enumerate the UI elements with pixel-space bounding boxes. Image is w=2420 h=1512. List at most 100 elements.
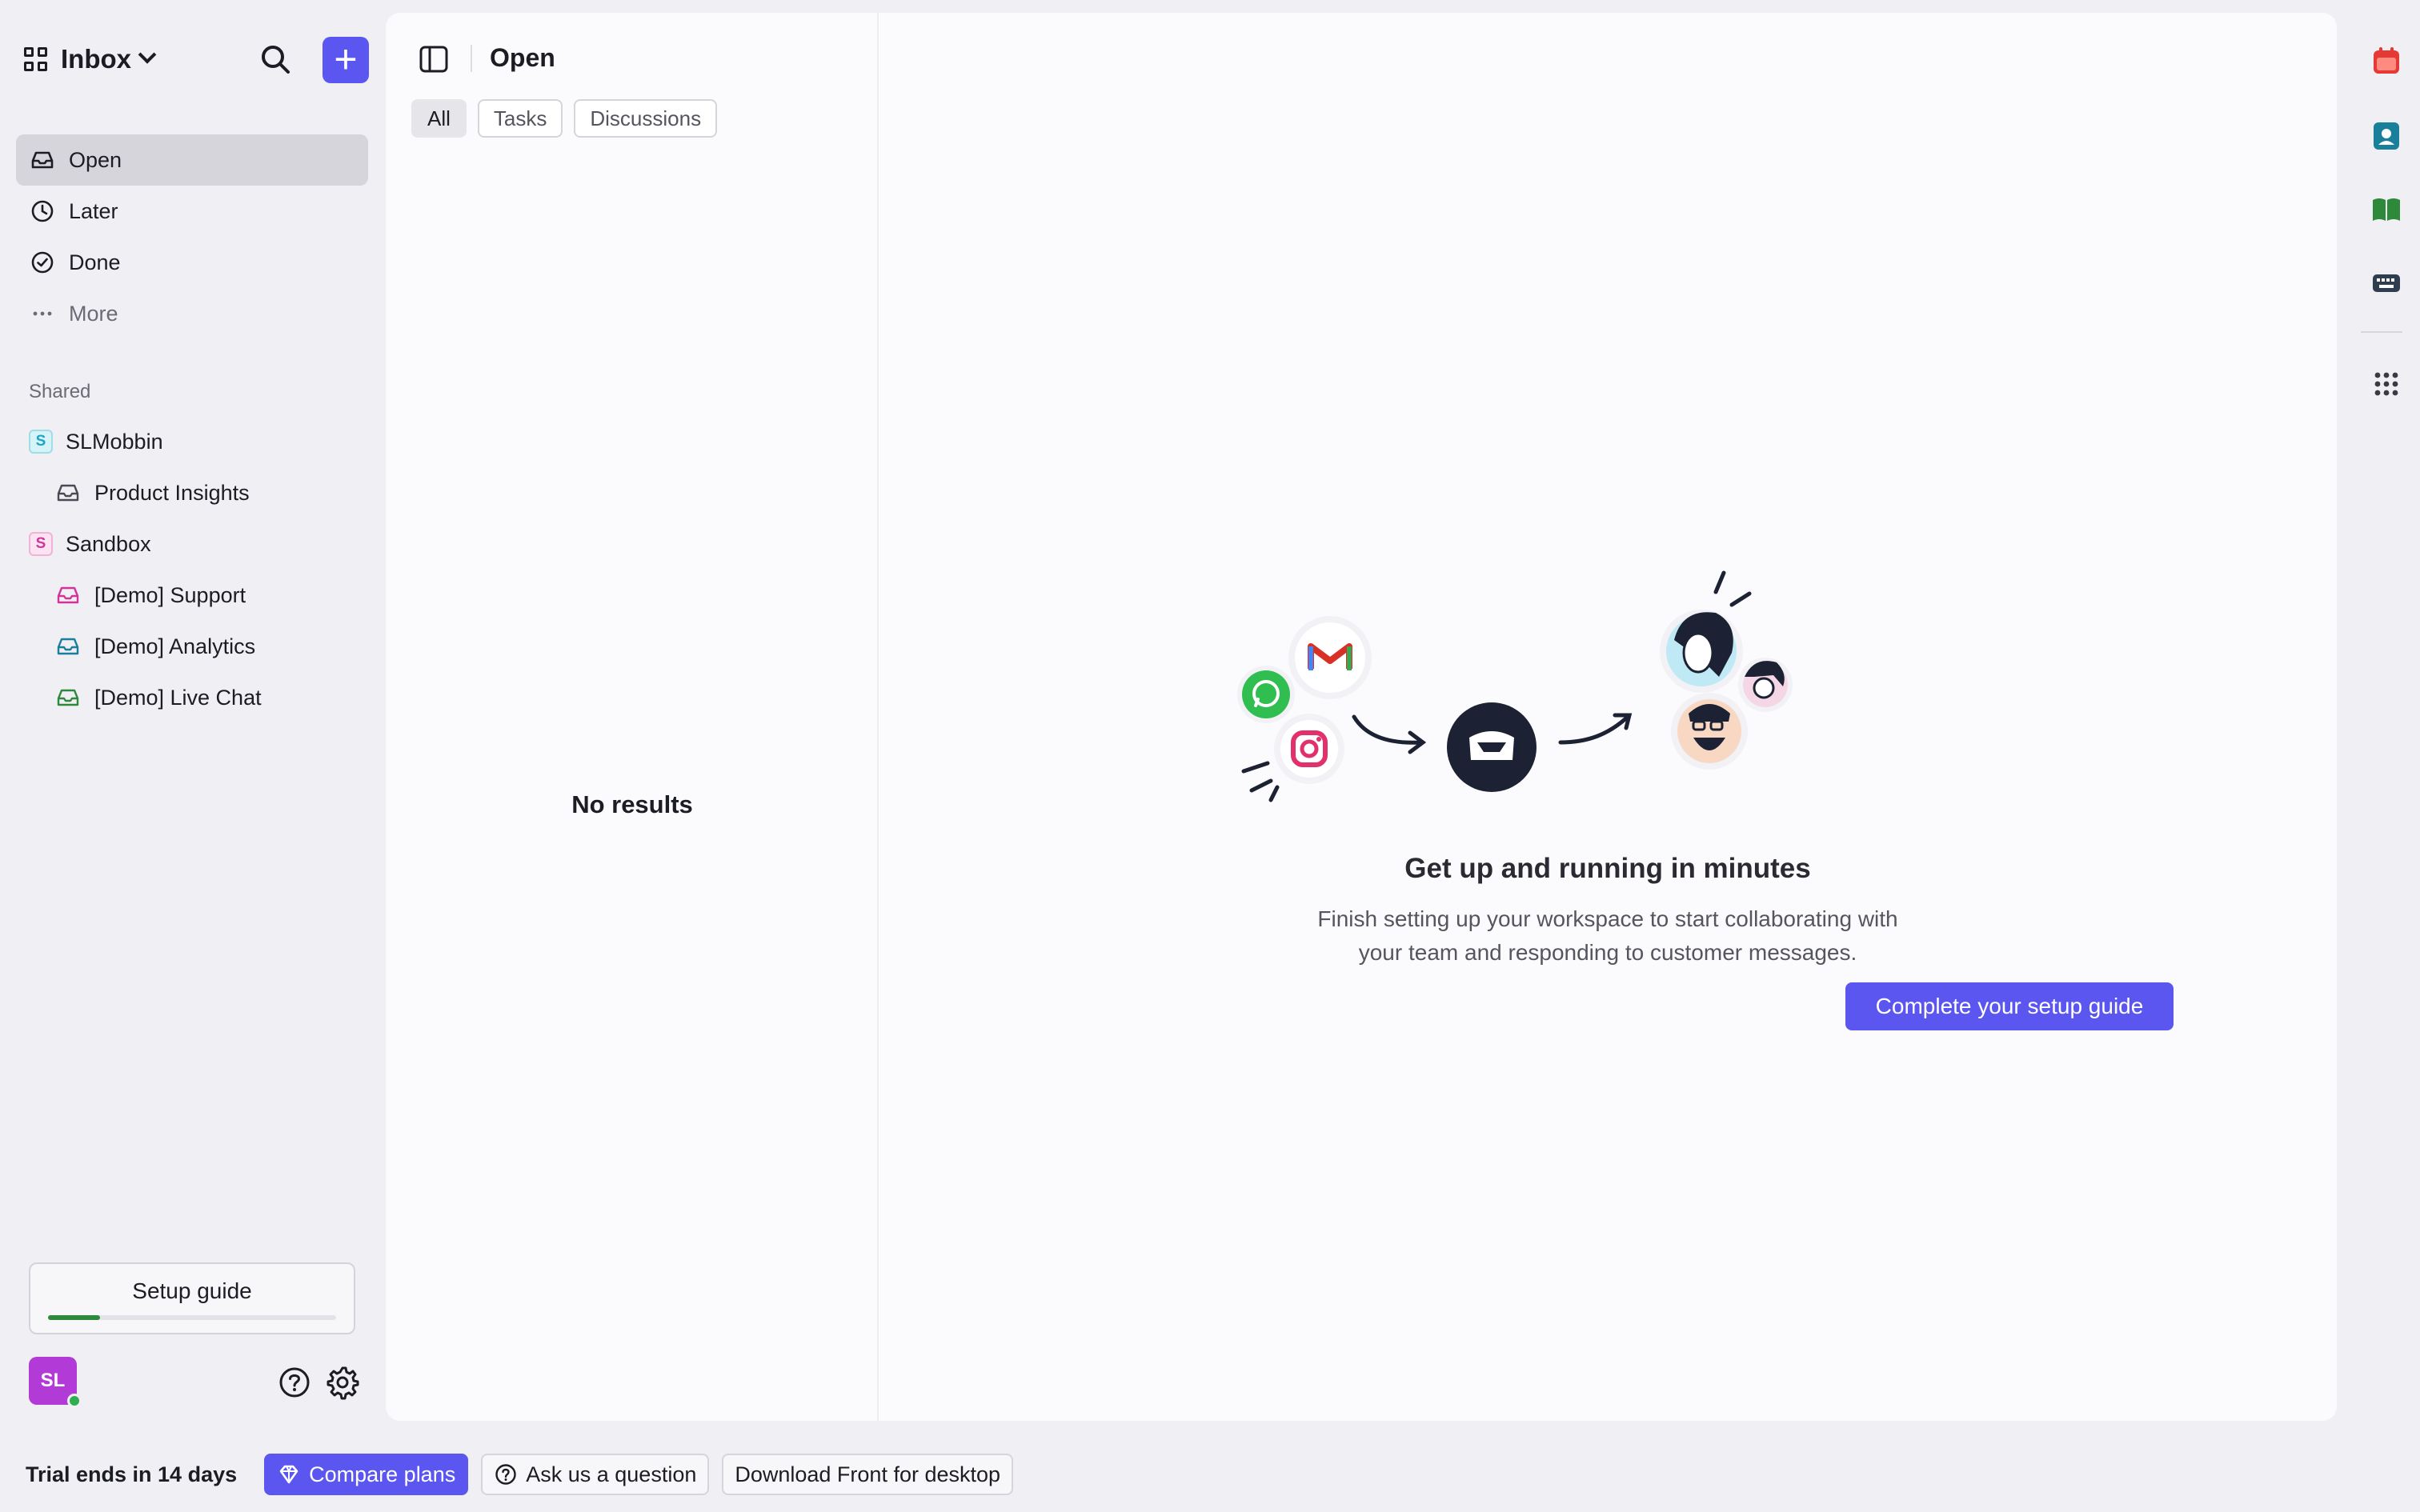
arrow-right-icon xyxy=(1558,713,1633,745)
complete-setup-guide-button[interactable]: Complete your setup guide xyxy=(1845,982,2174,1030)
tree-item-label: Sandbox xyxy=(66,531,151,556)
compare-plans-label: Compare plans xyxy=(309,1462,456,1486)
workspace-badge: S xyxy=(29,430,53,454)
sidebar-nav: Open Later Done More xyxy=(16,134,368,339)
apps-grid-icon[interactable] xyxy=(24,47,48,71)
page-title: Open xyxy=(490,43,555,72)
onboarding-subtitle-line: Finish setting up your workspace to star… xyxy=(1317,906,1898,931)
sidebar-item-label: Done xyxy=(69,250,121,274)
workspace-slmobbin[interactable]: S SLMobbin xyxy=(16,416,368,467)
keyboard-icon xyxy=(2373,274,2400,292)
main-panel: Open All Tasks Discussions No results Ge… xyxy=(386,13,2337,1421)
inbox-icon xyxy=(29,146,56,174)
sidebar-item-done[interactable]: Done xyxy=(16,237,368,288)
tree-item-label: [Demo] Analytics xyxy=(94,634,256,658)
sidebar-header: Inbox + xyxy=(24,35,369,83)
compare-plans-button[interactable]: Compare plans xyxy=(264,1454,469,1495)
onboarding-title: Get up and running in minutes xyxy=(1404,853,1811,884)
gear-icon xyxy=(327,1366,359,1400)
inbox-product-insights[interactable]: Product Insights xyxy=(16,467,368,518)
calendar-icon xyxy=(2374,47,2399,74)
contact-card-icon xyxy=(2374,122,2399,150)
setup-progress-fill xyxy=(48,1315,100,1320)
tree-item-label: SLMobbin xyxy=(66,429,163,454)
tree-item-label: Product Insights xyxy=(94,480,250,505)
help-icon xyxy=(279,1367,310,1398)
book-icon xyxy=(2373,198,2400,221)
tab-discussions[interactable]: Discussions xyxy=(574,99,718,138)
filter-tabs: All Tasks Discussions xyxy=(411,99,718,138)
instagram-icon xyxy=(1274,714,1344,784)
search-icon xyxy=(262,46,290,74)
arrow-right-icon xyxy=(1352,714,1427,754)
online-status-dot xyxy=(67,1394,82,1408)
apps-grid-icon xyxy=(2374,372,2398,396)
sidebar-item-label: More xyxy=(69,301,118,326)
inbox-icon xyxy=(54,479,82,506)
knowledge-base-app-button[interactable] xyxy=(2364,187,2409,232)
ask-question-label: Ask us a question xyxy=(526,1462,697,1486)
help-button[interactable] xyxy=(277,1365,312,1400)
tree-item-label: [Demo] Support xyxy=(94,582,246,607)
inbox-demo-support[interactable]: [Demo] Support xyxy=(16,570,368,621)
keyboard-shortcuts-button[interactable] xyxy=(2364,261,2409,306)
contacts-app-button[interactable] xyxy=(2364,114,2409,158)
inbox-demo-live-chat[interactable]: [Demo] Live Chat xyxy=(16,672,368,723)
sidebar-toggle-button[interactable] xyxy=(418,43,450,75)
setup-guide-label: Setup guide xyxy=(132,1278,252,1303)
person-avatar-icon xyxy=(1660,610,1743,693)
sidebar-item-later[interactable]: Later xyxy=(16,186,368,237)
search-button[interactable] xyxy=(256,40,296,80)
onboarding-illustration xyxy=(1237,570,1793,802)
gmail-icon xyxy=(1288,616,1372,699)
header-divider xyxy=(471,45,472,72)
inbox-demo-analytics[interactable]: [Demo] Analytics xyxy=(16,621,368,672)
shared-section-label: Shared xyxy=(29,381,91,402)
inbox-icon xyxy=(54,582,82,609)
settings-button[interactable] xyxy=(323,1363,362,1402)
onboarding-subtitle-line: your team and responding to customer mes… xyxy=(1358,940,1857,965)
tab-all[interactable]: All xyxy=(411,99,467,138)
chevron-down-icon[interactable] xyxy=(138,46,157,64)
diamond-icon xyxy=(279,1465,298,1484)
ask-question-button[interactable]: Ask us a question xyxy=(481,1454,710,1495)
all-apps-button[interactable] xyxy=(2364,362,2409,406)
sidebar-item-label: Later xyxy=(69,198,118,223)
avatar[interactable]: SL xyxy=(29,1357,82,1408)
sparkle-lines-right xyxy=(1713,570,1752,607)
trial-status-text: Trial ends in 14 days xyxy=(26,1462,238,1486)
onboarding-subtitle: Finish setting up your workspace to star… xyxy=(879,902,2337,970)
plus-icon: + xyxy=(334,37,358,82)
sidebar-item-open[interactable]: Open xyxy=(16,134,368,186)
whatsapp-icon xyxy=(1237,666,1295,723)
sparkle-lines-left xyxy=(1241,761,1280,802)
help-icon xyxy=(495,1464,516,1485)
front-logo-icon xyxy=(1447,702,1537,792)
setup-guide-card[interactable]: Setup guide xyxy=(29,1262,355,1334)
tab-tasks[interactable]: Tasks xyxy=(477,99,563,138)
inbox-switcher[interactable]: Inbox xyxy=(61,44,131,74)
workspace-sandbox[interactable]: S Sandbox xyxy=(16,518,368,570)
detail-pane: Get up and running in minutes Finish set… xyxy=(879,13,2337,1421)
download-desktop-button[interactable]: Download Front for desktop xyxy=(722,1454,1014,1495)
empty-state-text: No results xyxy=(571,790,693,818)
more-icon xyxy=(29,300,56,327)
right-app-rail xyxy=(2356,0,2420,480)
sidebar-item-label: Open xyxy=(69,147,122,172)
panel-toggle-icon xyxy=(419,46,448,73)
rail-divider xyxy=(2361,331,2402,333)
person-avatar-icon xyxy=(1738,658,1793,712)
compose-button[interactable]: + xyxy=(323,37,369,83)
trial-bar: Trial ends in 14 days Compare plans Ask … xyxy=(26,1453,1014,1496)
calendar-app-button[interactable] xyxy=(2364,38,2409,83)
inbox-icon xyxy=(54,684,82,711)
workspace-badge: S xyxy=(29,532,53,556)
app: Inbox + Open Later Done More Shared S SL… xyxy=(0,0,2420,1512)
shared-tree: S SLMobbin Product Insights S Sandbox [D… xyxy=(16,416,368,723)
inbox-icon xyxy=(54,633,82,660)
conversation-list-pane: Open All Tasks Discussions No results xyxy=(386,13,879,1421)
sidebar: Inbox + Open Later Done More Shared S SL… xyxy=(0,0,384,1440)
avatar-initials: SL xyxy=(40,1370,66,1391)
check-circle-icon xyxy=(29,249,56,276)
sidebar-item-more[interactable]: More xyxy=(16,288,368,339)
